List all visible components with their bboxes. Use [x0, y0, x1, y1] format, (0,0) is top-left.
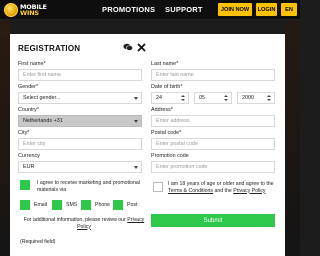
age-consent-text: I am 18 years of age or older and agree … — [168, 181, 278, 194]
country-label: Country* — [18, 107, 39, 113]
sms-label: SMS — [66, 202, 78, 208]
email-checkbox[interactable] — [20, 200, 30, 210]
dob-day-stepper[interactable]: 24 — [151, 92, 189, 104]
chevron-down-icon — [134, 97, 138, 100]
registration-modal: REGISTRATION First name* Enter first nam… — [10, 34, 285, 256]
stepper-down-icon — [224, 99, 228, 101]
age-consent-checkbox[interactable] — [153, 182, 163, 192]
dob-day-value: 24 — [156, 95, 162, 101]
sms-checkbox[interactable] — [52, 200, 62, 210]
gender-select[interactable]: Select gender... — [18, 92, 142, 104]
postal-code-label: Postal code* — [151, 130, 182, 136]
chevron-down-icon — [134, 120, 138, 123]
age-consent-sentence: I am 18 years of age or older and agree … — [168, 181, 274, 187]
chat-icon[interactable] — [123, 43, 133, 52]
last-name-input[interactable]: Enter last name — [151, 69, 275, 81]
background-left — [0, 21, 10, 256]
top-navigation-bar: MOBILE WINS PROMOTIONS SUPPORT JOIN NOW … — [0, 0, 300, 20]
background-right — [285, 21, 300, 256]
city-input[interactable]: Enter city — [18, 138, 142, 150]
additional-info-text: For additional information, please revie… — [20, 217, 148, 230]
currency-select[interactable]: EUR — [18, 161, 142, 173]
marketing-checkbox[interactable] — [20, 180, 30, 190]
dob-month-stepper[interactable]: 05 — [194, 92, 232, 104]
info-privacy-link-part-2[interactable]: Policy — [77, 224, 91, 230]
language-button[interactable]: EN — [281, 3, 297, 16]
gender-value: Select gender... — [23, 95, 61, 101]
post-checkbox[interactable] — [113, 200, 123, 210]
address-label: Address* — [151, 107, 173, 113]
dob-year-stepper[interactable]: 2000 — [237, 92, 275, 104]
dob-year-value: 2000 — [242, 95, 254, 101]
post-label: Post — [127, 202, 138, 208]
brand-logo[interactable]: MOBILE WINS — [4, 2, 47, 18]
phone-label: Phone — [95, 202, 111, 208]
stepper-up-icon — [267, 95, 271, 97]
terms-link[interactable]: Terms & Conditions — [168, 188, 213, 194]
dob-label: Date of birth* — [151, 84, 183, 90]
address-input[interactable]: Enter address — [151, 115, 275, 127]
email-label: Email — [34, 202, 47, 208]
login-button[interactable]: LOGIN — [256, 3, 277, 16]
chevron-down-icon — [134, 166, 138, 169]
close-icon[interactable] — [137, 43, 146, 52]
required-field-note: (Required field) — [20, 239, 56, 245]
last-name-label: Last name* — [151, 61, 179, 67]
currency-value: EUR — [23, 164, 35, 170]
nav-support[interactable]: SUPPORT — [165, 5, 203, 14]
city-label: City* — [18, 130, 30, 136]
additional-info-sentence: For additional information, please revie… — [23, 217, 126, 223]
stepper-down-icon — [181, 99, 185, 101]
modal-title: REGISTRATION — [18, 44, 81, 53]
age-consent-and: and the — [214, 187, 232, 194]
gender-label: Gender* — [18, 84, 39, 90]
first-name-label: First name* — [18, 61, 46, 67]
info-privacy-link-part-1[interactable]: Privacy — [127, 217, 144, 223]
country-value: Netherlands +31 — [23, 118, 63, 124]
promotion-code-label: Promotion code — [151, 153, 189, 159]
stepper-down-icon — [267, 99, 271, 101]
country-select[interactable]: Netherlands +31 — [18, 115, 142, 127]
join-now-button[interactable]: JOIN NOW — [218, 3, 252, 16]
stepper-up-icon — [224, 95, 228, 97]
dob-month-value: 05 — [199, 95, 205, 101]
submit-button[interactable]: Submit — [151, 214, 275, 227]
coin-icon — [4, 3, 18, 17]
promotion-code-input[interactable]: Enter promotion code — [151, 161, 275, 173]
stepper-up-icon — [181, 95, 185, 97]
privacy-policy-link[interactable]: Privacy Policy — [233, 188, 265, 194]
postal-code-input[interactable]: Enter postal code — [151, 138, 275, 150]
marketing-consent-text: I agree to receive marketing and promoti… — [37, 180, 140, 193]
phone-checkbox[interactable] — [81, 200, 91, 210]
nav-promotions[interactable]: PROMOTIONS — [102, 5, 155, 14]
currency-label: Currency — [18, 153, 40, 159]
first-name-input[interactable]: Enter first name — [18, 69, 142, 81]
